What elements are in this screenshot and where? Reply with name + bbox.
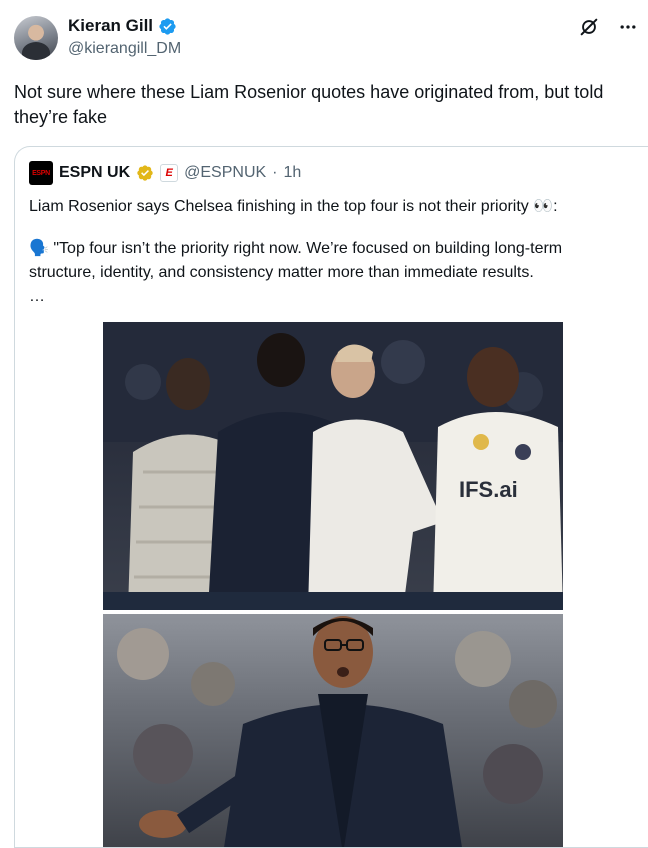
- author-name-row: Kieran Gill: [68, 16, 177, 36]
- quoted-author-handle[interactable]: @ESPNUK: [184, 164, 266, 182]
- separator-dot: ·: [272, 164, 278, 181]
- photo-chelsea-players[interactable]: IFS.ai: [103, 322, 563, 610]
- photo-liam-rosenior[interactable]: [103, 614, 563, 847]
- author-name[interactable]: Kieran Gill: [68, 16, 153, 36]
- more-icon[interactable]: [618, 17, 638, 37]
- quote-body: "Top four isn’t the priority right now. …: [29, 240, 563, 281]
- tweet-text: Not sure where these Liam Rosenior quote…: [14, 82, 604, 127]
- affiliate-badge: E: [160, 164, 179, 182]
- speaking-head-icon: 🗣️: [29, 240, 49, 257]
- ellipsis: …: [29, 288, 45, 305]
- quoted-timestamp[interactable]: 1h: [284, 164, 302, 182]
- quoted-line-1: Liam Rosenior says Chelsea finishing in …: [29, 198, 558, 215]
- verified-badge-icon: [159, 17, 176, 35]
- shirt-sponsor-text: IFS.ai: [459, 477, 518, 502]
- author-handle[interactable]: @kierangill_DM: [68, 40, 181, 58]
- players-illustration: [103, 322, 563, 610]
- quoted-line-2: 🗣️ "Top four isn’t the priority right no…: [29, 237, 629, 285]
- gold-verified-badge-icon: [137, 165, 153, 181]
- quoted-tweet-text: Liam Rosenior says Chelsea finishing in …: [29, 195, 629, 309]
- tweet-actions-top: [578, 16, 638, 38]
- quoted-tweet-header: ESPN ESPN UK E @ESPNUK · 1h: [29, 161, 301, 185]
- manager-illustration: [117, 616, 557, 847]
- avatar[interactable]: [14, 16, 58, 60]
- grok-icon[interactable]: [578, 16, 600, 38]
- espn-logo[interactable]: ESPN: [29, 161, 53, 185]
- quoted-author-name[interactable]: ESPN UK: [59, 164, 130, 182]
- quoted-tweet-card[interactable]: ESPN ESPN UK E @ESPNUK · 1h Liam Rosenio…: [14, 146, 648, 848]
